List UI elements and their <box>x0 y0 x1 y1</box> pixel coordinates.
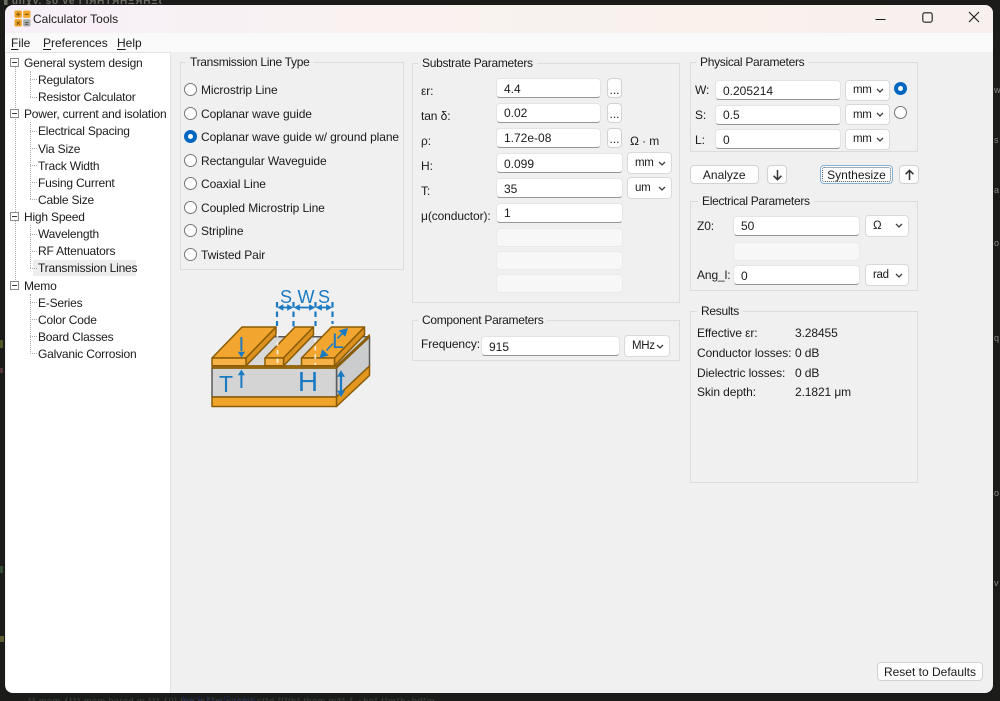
svg-text:S: S <box>318 287 330 307</box>
svg-text:W: W <box>298 287 315 307</box>
svg-text:T: T <box>219 371 233 397</box>
svg-text:H: H <box>298 366 318 397</box>
svg-text:S: S <box>280 287 292 307</box>
svg-text:L: L <box>332 330 344 353</box>
